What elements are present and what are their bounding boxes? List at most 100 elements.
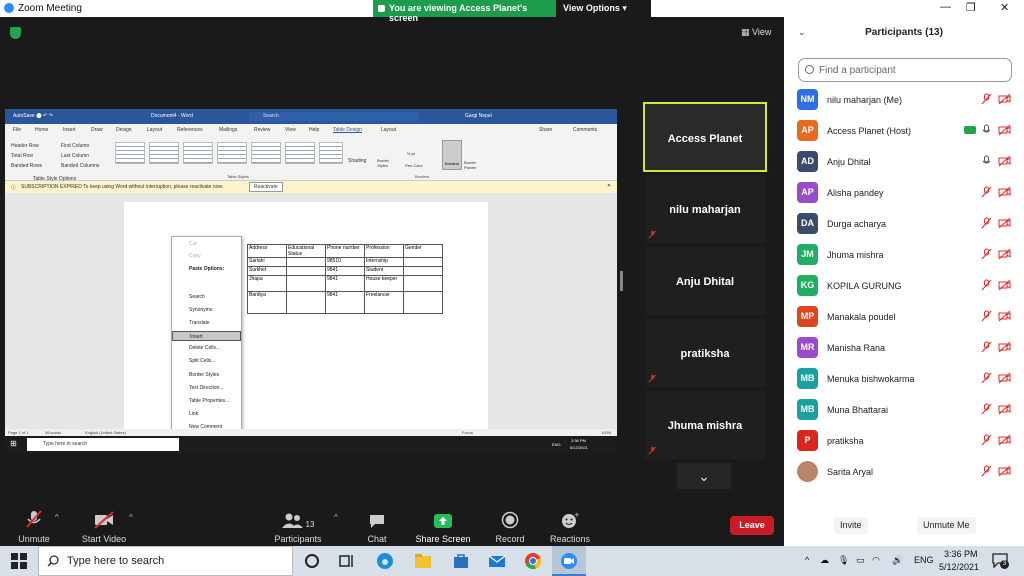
word-tab[interactable]: Home: [35, 127, 48, 133]
table-cell[interactable]: 9841: [325, 275, 365, 292]
splitter-handle[interactable]: [620, 271, 623, 291]
table-cell[interactable]: 9841: [325, 291, 365, 314]
menu-item-search[interactable]: Search: [189, 294, 205, 300]
table-cell[interactable]: Student: [364, 266, 404, 276]
muted-mic-icon[interactable]: [981, 434, 992, 446]
table-cell[interactable]: [286, 257, 326, 267]
participant-row[interactable]: DA Durga acharya: [784, 211, 1024, 241]
leave-button[interactable]: Leave: [730, 516, 774, 535]
battery-icon[interactable]: ▭: [856, 555, 865, 566]
video-off-icon[interactable]: [998, 186, 1011, 198]
mail-icon[interactable]: [488, 552, 506, 570]
border-painter-button[interactable]: Border Painter: [464, 160, 484, 170]
muted-mic-icon[interactable]: [981, 341, 992, 353]
participant-row[interactable]: MP Manakala poudel: [784, 304, 1024, 334]
table-cell[interactable]: 9841: [325, 266, 365, 276]
word-tab[interactable]: Review: [254, 127, 270, 133]
video-thumb[interactable]: nilu maharjan: [645, 175, 765, 243]
muted-mic-icon[interactable]: [981, 217, 992, 229]
word-share-button[interactable]: Share: [539, 127, 552, 133]
table-header-cell[interactable]: Phone number: [325, 244, 365, 258]
table-cell[interactable]: [286, 275, 326, 292]
notification-button[interactable]: 3: [992, 553, 1009, 569]
style-opt[interactable]: Last Column: [61, 153, 89, 159]
maximize-icon[interactable]: ❐: [966, 1, 976, 14]
participant-row[interactable]: AP Access Planet (Host): [784, 118, 1024, 148]
borders-button[interactable]: Borders: [442, 140, 462, 170]
table-cell[interactable]: House keeper: [364, 275, 404, 292]
word-tab[interactable]: Design: [116, 127, 132, 133]
muted-mic-icon[interactable]: [981, 186, 992, 198]
video-off-icon[interactable]: [998, 372, 1011, 384]
word-tab[interactable]: Mailings: [219, 127, 237, 133]
task-view-icon[interactable]: [338, 552, 356, 570]
participant-row[interactable]: NM nilu maharjan (Me): [784, 87, 1024, 117]
video-off-icon[interactable]: [998, 124, 1011, 136]
chat-button[interactable]: Chat: [347, 507, 407, 544]
windows-start-icon[interactable]: [10, 552, 28, 570]
word-tab[interactable]: View: [285, 127, 296, 133]
tray-chevron-icon[interactable]: ^: [805, 555, 809, 565]
participant-row[interactable]: KG KOPILA GURUNG: [784, 273, 1024, 303]
minimize-icon[interactable]: —: [940, 1, 951, 13]
file-explorer-icon[interactable]: [414, 552, 432, 570]
participant-search-input[interactable]: Find a participant: [798, 58, 1012, 82]
word-tab[interactable]: Insert: [63, 127, 76, 133]
video-off-icon[interactable]: [998, 217, 1011, 229]
table-cell[interactable]: 98510: [325, 257, 365, 267]
video-off-icon[interactable]: [998, 248, 1011, 260]
unmute-me-button[interactable]: Unmute Me: [917, 517, 976, 534]
muted-mic-icon[interactable]: [981, 403, 992, 415]
table-cell[interactable]: [286, 266, 326, 276]
style-opt[interactable]: Banded Columns: [61, 163, 99, 169]
menu-item-table-properties[interactable]: Table Properties...: [189, 398, 229, 404]
menu-item-cut[interactable]: Cut: [189, 241, 197, 247]
start-video-button[interactable]: Start Video: [74, 507, 134, 544]
reactivate-button[interactable]: Reactivate: [249, 182, 283, 192]
table-cell[interactable]: Internship: [364, 257, 404, 267]
participant-row[interactable]: MB Menuka bishwokarma: [784, 366, 1024, 396]
pen-color-button[interactable]: Pen Color: [405, 163, 423, 168]
close-warning-icon[interactable]: ✕: [607, 183, 611, 189]
word-tab[interactable]: File: [13, 127, 21, 133]
share-screen-button[interactable]: Share Screen: [413, 507, 473, 544]
chrome-icon[interactable]: [524, 552, 542, 570]
menu-item-border-styles[interactable]: Border Styles: [189, 372, 219, 378]
word-tab[interactable]: References: [177, 127, 203, 133]
close-icon[interactable]: ✕: [1000, 1, 1009, 14]
video-thumb[interactable]: pratiksha: [645, 319, 765, 387]
table-cell[interactable]: [403, 266, 443, 276]
invite-button[interactable]: Invite: [834, 517, 868, 534]
style-opt[interactable]: First Column: [61, 143, 89, 149]
muted-mic-icon[interactable]: [981, 310, 992, 322]
menu-item-insert[interactable]: Insert: [172, 331, 241, 341]
table-cell[interactable]: Freelancer: [364, 291, 404, 314]
table-header-cell[interactable]: Address: [247, 244, 287, 258]
word-tab[interactable]: Layout: [147, 127, 162, 133]
muted-mic-icon[interactable]: [981, 465, 992, 477]
table-style-thumb[interactable]: [149, 142, 179, 164]
video-thumb[interactable]: Access Planet: [643, 102, 767, 172]
chevron-down-icon[interactable]: ⌄: [677, 463, 731, 489]
table-style-thumb[interactable]: [251, 142, 281, 164]
participant-row[interactable]: JM Jhuma mishra: [784, 242, 1024, 272]
muted-mic-icon[interactable]: [981, 248, 992, 260]
menu-item-copy[interactable]: Copy: [189, 253, 201, 259]
view-options-button[interactable]: View Options ▾: [563, 3, 627, 14]
video-thumb[interactable]: Jhuma mishra: [645, 391, 765, 459]
table-header-cell[interactable]: Gender: [403, 244, 443, 258]
clock-date[interactable]: 5/12/2021: [939, 562, 979, 572]
style-opt[interactable]: Banded Rows: [11, 163, 42, 169]
table-cell[interactable]: Bardiya: [247, 291, 287, 314]
participant-row[interactable]: AP Alisha pandey: [784, 180, 1024, 210]
participants-button[interactable]: 13 Participants: [268, 507, 328, 544]
style-opt[interactable]: Total Row: [11, 153, 33, 159]
muted-mic-icon[interactable]: [981, 279, 992, 291]
word-tab[interactable]: Help: [309, 127, 319, 133]
video-off-icon[interactable]: [998, 403, 1011, 415]
view-button[interactable]: ▦ View: [741, 27, 771, 38]
menu-item-translate[interactable]: Translate: [189, 320, 210, 326]
mic-icon[interactable]: [981, 124, 992, 136]
tray-mic-icon[interactable]: 🎙: [838, 555, 849, 566]
menu-item-text-direction[interactable]: Text Direction...: [189, 385, 223, 391]
